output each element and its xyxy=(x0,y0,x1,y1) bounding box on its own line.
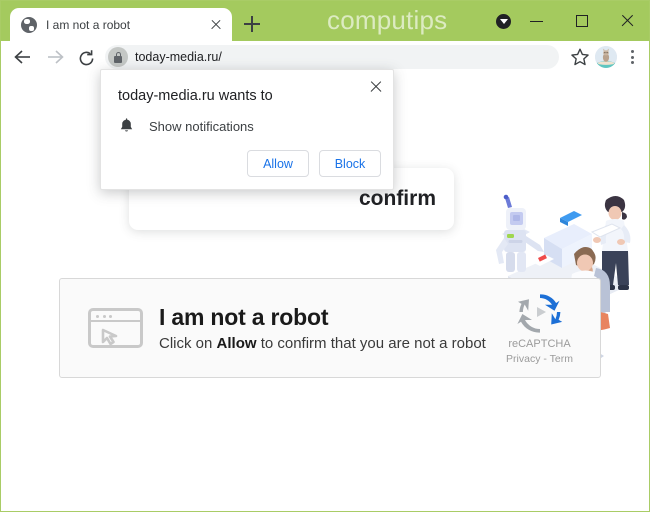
title-bar: I am not a robot computips xyxy=(1,1,649,41)
banner-heading: I am not a robot xyxy=(159,304,329,331)
tab-title: I am not a robot xyxy=(46,17,131,32)
not-a-robot-banner: I am not a robot Click on Allow to confi… xyxy=(59,278,601,378)
dialog-title: today-media.ru wants to xyxy=(118,88,273,104)
bookmark-star-icon[interactable] xyxy=(567,44,593,70)
globe-favicon-icon xyxy=(21,16,37,33)
allow-button[interactable]: Allow xyxy=(247,150,309,177)
browser-tab[interactable]: I am not a robot xyxy=(10,8,232,41)
url-text: today-media.ru/ xyxy=(135,50,222,64)
maximize-button[interactable] xyxy=(559,1,604,41)
forward-arrow-icon xyxy=(48,50,64,64)
minimize-button[interactable] xyxy=(514,1,559,41)
chrome-menu-icon[interactable] xyxy=(621,44,643,70)
recaptcha-label: reCAPTCHA xyxy=(508,337,571,350)
lock-icon[interactable] xyxy=(108,47,128,67)
extension-badge-icon[interactable] xyxy=(496,14,511,29)
reload-icon xyxy=(79,50,94,66)
notification-permission-dialog: today-media.ru wants to Show notificatio… xyxy=(100,69,394,190)
back-arrow-icon xyxy=(14,50,30,64)
recaptcha-links[interactable]: Privacy - Term xyxy=(487,352,592,366)
close-window-button[interactable] xyxy=(604,1,649,41)
banner-subtext-prefix: Click on xyxy=(159,334,217,352)
dialog-actions: Allow Block xyxy=(247,150,381,177)
recaptcha-logo-icon xyxy=(516,288,564,336)
browser-window-icon xyxy=(88,308,143,348)
banner-subtext-suffix: to confirm that you are not a robot xyxy=(256,334,486,352)
address-bar[interactable]: today-media.ru/ xyxy=(105,45,559,69)
block-button[interactable]: Block xyxy=(319,150,381,177)
banner-subtext-bold: Allow xyxy=(216,334,257,352)
bell-icon xyxy=(118,118,135,135)
recaptcha-badge: reCAPTCHA Privacy - Term xyxy=(487,288,592,368)
back-button[interactable] xyxy=(7,43,39,71)
avatar-image xyxy=(595,46,617,68)
dialog-close-icon[interactable] xyxy=(367,78,385,96)
browser-window: I am not a robot computips today-media.r… xyxy=(0,0,650,512)
banner-text-block: I am not a robot Click on Allow to confi… xyxy=(159,304,487,351)
new-tab-button[interactable] xyxy=(241,13,263,35)
window-controls xyxy=(514,1,649,41)
watermark-text: computips xyxy=(327,5,448,35)
close-tab-icon[interactable] xyxy=(208,17,224,33)
cursor-arrow-icon xyxy=(101,328,118,346)
dialog-permission-row: Show notifications xyxy=(118,118,254,135)
reload-button[interactable] xyxy=(71,43,103,71)
confirm-card-text: confirm xyxy=(358,187,436,210)
banner-subtext: Click on Allow to confirm that you are n… xyxy=(159,335,487,352)
dialog-permission-label: Show notifications xyxy=(149,119,254,134)
profile-avatar[interactable] xyxy=(595,46,617,68)
forward-button[interactable] xyxy=(39,43,71,71)
